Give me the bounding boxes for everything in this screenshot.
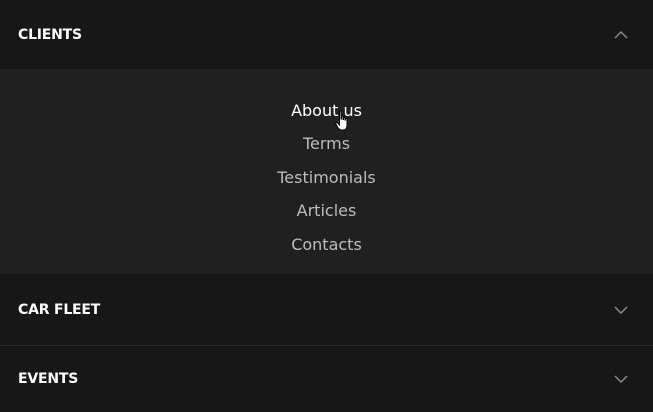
accordion-header-events[interactable]: EVENTS — [0, 346, 653, 412]
submenu-item-articles[interactable]: Articles — [297, 194, 357, 227]
chevron-down-icon[interactable] — [613, 302, 629, 318]
submenu-item-terms[interactable]: Terms — [303, 127, 350, 160]
clients-submenu: About us Terms Testimonials Articles Con… — [0, 69, 653, 274]
accordion-header-clients[interactable]: CLIENTS — [0, 0, 653, 69]
section-title-clients: CLIENTS — [18, 26, 82, 43]
section-title-car-fleet: CAR FLEET — [18, 301, 101, 318]
chevron-up-icon[interactable] — [613, 27, 629, 43]
submenu-item-about-us[interactable]: About us — [291, 94, 362, 127]
section-title-events: EVENTS — [18, 371, 79, 387]
accordion-menu: CLIENTS About us Terms Testimonials Arti… — [0, 0, 653, 412]
accordion-header-car-fleet[interactable]: CAR FLEET — [0, 274, 653, 345]
submenu-item-testimonials[interactable]: Testimonials — [277, 161, 376, 194]
chevron-down-icon[interactable] — [613, 371, 629, 387]
submenu-item-contacts[interactable]: Contacts — [291, 228, 362, 261]
